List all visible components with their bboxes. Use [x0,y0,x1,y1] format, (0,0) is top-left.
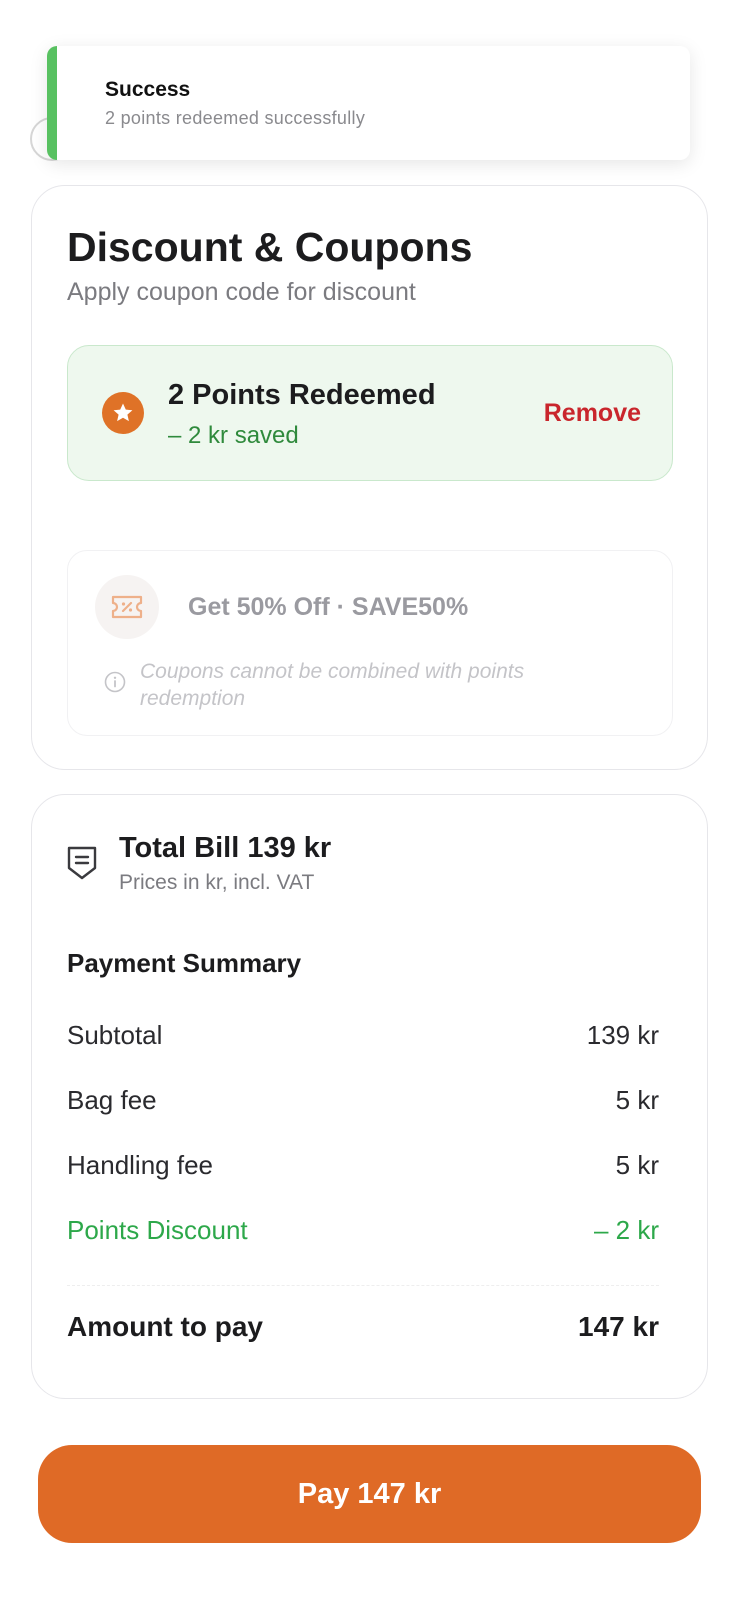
coupon-restriction-note: Coupons cannot be combined with points r… [140,660,525,710]
discount-subtitle: Apply coupon code for discount [67,278,416,306]
toast-title: Success [105,78,191,101]
amount-to-pay-row: Amount to pay 147 kr [67,1311,659,1343]
summary-row-bag-fee: Bag fee 5 kr [67,1085,659,1116]
receipt-shield-icon [67,846,97,880]
discount-title: Discount & Coupons [67,224,473,270]
summary-row-value: 139 kr [586,1020,659,1050]
summary-row-points-discount: Points Discount – 2 kr [67,1215,659,1246]
pay-button[interactable]: Pay 147 kr [38,1445,701,1543]
coupon-label: Get 50% Off · SAVE50% [188,593,469,621]
star-icon [102,392,144,434]
coupon-option-disabled: Get 50% Off · SAVE50% Coupons cannot be … [67,550,673,736]
summary-row-label: Bag fee [67,1085,157,1115]
total-bill-title: Total Bill 139 kr [119,832,332,864]
summary-row-label: Handling fee [67,1150,213,1180]
success-toast: Success 2 points redeemed successfully [47,46,690,160]
bill-card: Total Bill 139 kr Prices in kr, incl. VA… [31,794,708,1399]
payment-summary-title: Payment Summary [67,948,302,978]
remove-points-button[interactable]: Remove [544,399,641,428]
discount-card: Discount & Coupons Apply coupon code for… [31,185,708,770]
summary-row-subtotal: Subtotal 139 kr [67,1020,659,1051]
summary-row-label: Points Discount [67,1215,248,1245]
points-redeemed-box: 2 Points Redeemed – 2 kr saved Remove [67,345,673,481]
amount-to-pay-value: 147 kr [578,1311,659,1342]
summary-row-value: 5 kr [615,1150,659,1180]
points-redeemed-title: 2 Points Redeemed [168,379,436,411]
coupon-ticket-icon [95,575,159,639]
points-saved-text: – 2 kr saved [168,422,299,449]
summary-row-value: – 2 kr [593,1215,659,1245]
toast-message: 2 points redeemed successfully [105,108,366,128]
summary-row-label: Subtotal [67,1020,163,1050]
summary-row-value: 5 kr [615,1085,659,1115]
total-bill-subtitle: Prices in kr, incl. VAT [119,871,315,894]
summary-divider [67,1285,659,1286]
info-icon [104,671,126,693]
amount-to-pay-label: Amount to pay [67,1311,263,1342]
toast-accent-bar [47,46,57,160]
summary-row-handling-fee: Handling fee 5 kr [67,1150,659,1181]
